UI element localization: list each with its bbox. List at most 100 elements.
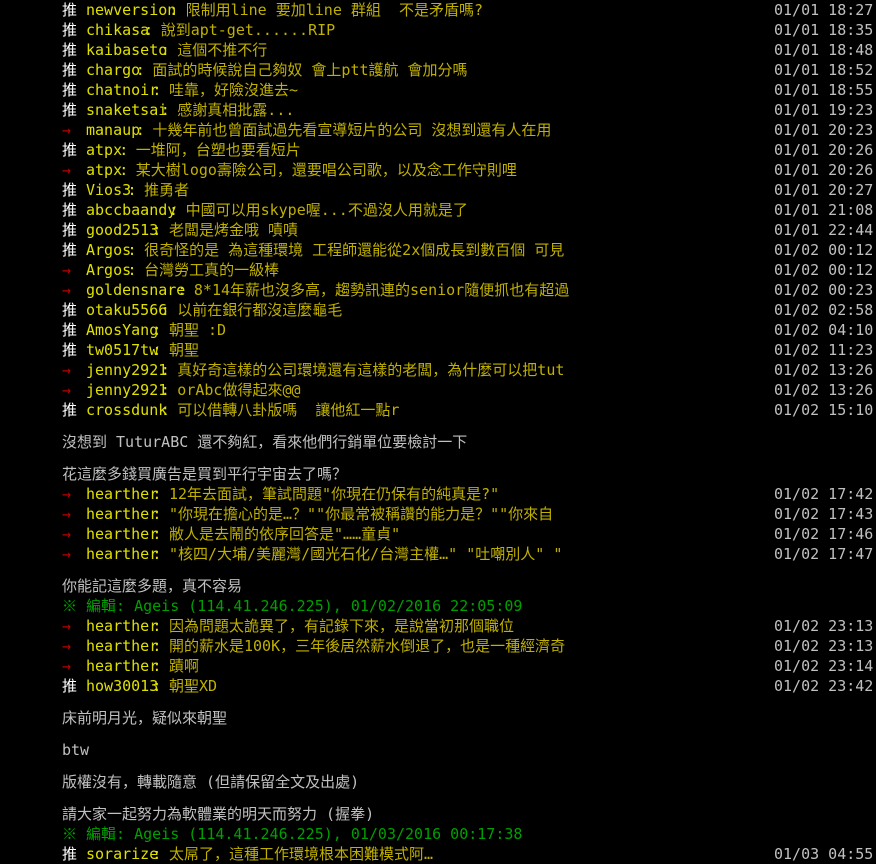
comment-text: 這個不推不行 [177,41,268,59]
comment-colon: : [135,121,145,139]
comment-row: 推 how30013: 朝聖XD 01/02 23:42 [62,676,876,696]
comment-user-id: chikasa [86,21,150,39]
push-tag: 推 [62,141,78,159]
comment-user-id: manaup [86,121,141,139]
comment-text: 中國可以用skype喔...不過沒人用就是了 [185,201,468,219]
comment-row: → manaup: 十幾年前也曾面試過先看宣導短片的公司 沒想到還有人在用 01/01… [62,120,876,140]
comment-timestamp: 01/02 04:10 [774,321,874,339]
comment-timestamp: 01/02 23:42 [774,677,874,695]
comment-row: 推 atpx: 一堆阿，台塑也要看短片 01/01 20:26 [62,140,876,160]
comment-row: → hearther: "核四/大埔/美麗灣/國光石化/台灣主權…" "吐嘲別人" … [62,544,876,564]
edit-note: ※ 編輯: Ageis (114.41.246.225), 01/02/2016… [62,597,523,615]
comment-row: 推 abccbaandy: 中國可以用skype喔...不過沒人用就是了 01/01 … [62,200,876,220]
comment-timestamp: 01/02 02:58 [774,301,874,319]
comment-user-id: goldensnare [86,281,186,299]
comment-row: → jenny2921: orAbc做得起來@@ 01/02 13:26 [62,380,876,400]
comment-colon: : [152,617,162,635]
comment-timestamp: 01/02 17:42 [774,485,874,503]
comment-colon: : [119,141,129,159]
comment-timestamp: 01/02 00:12 [774,241,874,259]
comment-row: 推 chikasa: 說到apt-get......RIP 01/01 18:35 [62,20,876,40]
comment-colon: : [177,281,187,299]
comment-row: 推 Vios3: 推勇者 01/01 20:27 [62,180,876,200]
comment-timestamp: 01/01 22:44 [774,221,874,239]
comment-row: 推 crossdunk: 可以借轉八卦版嗎 讓他紅一點r 01/02 15:10 [62,400,876,420]
comment-user-id: abccbaandy [86,201,177,219]
comment-text: 蹟啊 [169,657,200,675]
comment-text: orAbc做得起來@@ [177,381,301,399]
comment-text: 十幾年前也曾面試過先看宣導短片的公司 沒想到還有人在用 [152,121,552,139]
comment-timestamp: 01/03 04:55 [774,845,874,863]
comment-row: → jenny2921: 真好奇這樣的公司環境還有這樣的老闆，為什麼可以把tut 01… [62,360,876,380]
comment-user-id: Vios3 [86,181,132,199]
push-tag: 推 [62,1,78,19]
comment-timestamp: 01/01 18:27 [774,1,874,19]
push-tag: 推 [62,341,78,359]
push-tag: 推 [62,181,78,199]
comment-colon: : [152,485,162,503]
comment-timestamp: 01/02 00:12 [774,261,874,279]
arrow-tag: → [62,525,72,543]
push-tag: 推 [62,321,78,339]
comment-row: → hearther: 因為問題太詭異了，有記錄下來，是說當初那個職位 01/02 2… [62,616,876,636]
push-tag: 推 [62,41,78,59]
comment-text: 朝聖 :D [169,321,227,339]
comment-timestamp: 01/02 23:13 [774,617,874,635]
arrow-tag: → [62,281,72,299]
comment-timestamp: 01/01 20:26 [774,141,874,159]
comment-colon: : [152,657,162,675]
comment-user-id: jenny2921 [86,381,168,399]
comment-text: 太屌了，這種工作環境根本困難模式阿… [169,845,434,863]
comment-user-id: how30013 [86,677,159,695]
comment-timestamp: 01/01 21:08 [774,201,874,219]
comment-text: 限制用line 要加line 群組 不是矛盾嗎? [185,1,483,19]
comment-colon: : [135,61,145,79]
comment-timestamp: 01/01 18:35 [774,21,874,39]
comment-user-id: hearther [86,637,159,655]
comment-timestamp: 01/02 17:46 [774,525,874,543]
comment-text: 面試的時候說自己夠奴 會上ptt護航 會加分嗎 [152,61,468,79]
comment-user-id: kaibaseto [86,41,168,59]
comment-colon: : [169,201,179,219]
comment-timestamp: 01/02 11:23 [774,341,874,359]
comment-text: 朝聖XD [169,677,218,695]
comment-text: 哇靠，好險沒進去~ [169,81,299,99]
comment-colon: : [127,181,137,199]
comment-timestamp: 01/02 23:13 [774,637,874,655]
comment-row: 推 otaku5566: 以前在銀行都沒這麼龜毛 01/02 02:58 [62,300,876,320]
article-text-line: 請大家一起努力為軟體業的明天而努力 (握拳) [62,805,375,823]
comment-user-id: good2513 [86,221,159,239]
comment-row: 推 chatnoir: 哇靠，好險沒進去~ 01/01 18:55 [62,80,876,100]
comment-text: 12年去面試，筆試問題"你現在仍保有的純真是?" [169,485,500,503]
comment-text: 以前在銀行都沒這麼龜毛 [177,301,343,319]
comment-row: → goldensnare:8*14年薪也沒多高，趨勢訊連的senior隨便抓也有… [62,280,876,300]
push-tag: 推 [62,301,78,319]
comment-timestamp: 01/01 18:55 [774,81,874,99]
comment-timestamp: 01/01 20:23 [774,121,874,139]
comment-user-id: hearther [86,617,159,635]
arrow-tag: → [62,505,72,523]
comment-row: 推 Argos: 很奇怪的是 為這種環境 工程師還能從2x個成長到數百個 可見 01/… [62,240,876,260]
comment-colon: : [127,261,137,279]
comment-colon: : [152,321,162,339]
arrow-tag: → [62,657,72,675]
comment-user-id: newversion [86,1,177,19]
comment-row: → hearther: 敝人是去鬧的依序回答是"……童貞" 01/02 17:46 [62,524,876,544]
comment-row: 推 tw0517tw: 朝聖 01/02 11:23 [62,340,876,360]
push-tag: 推 [62,845,78,863]
push-tag: 推 [62,21,78,39]
comment-text: 朝聖 [169,341,200,359]
comment-timestamp: 01/02 13:26 [774,361,874,379]
comment-colon: : [152,505,162,523]
article-text-line: 版權沒有，轉載隨意 (但請保留全文及出處) [62,773,360,791]
comment-colon: : [152,677,162,695]
comment-user-id: sorarize [86,845,159,863]
comment-text: 8*14年薪也沒多高，趨勢訊連的senior隨便抓也有超過 [193,281,570,299]
arrow-tag: → [62,161,72,179]
comment-row: 推 AmosYang: 朝聖 :D 01/02 04:10 [62,320,876,340]
arrow-tag: → [62,361,72,379]
comment-row: → Argos: 台灣勞工真的一級棒 01/02 00:12 [62,260,876,280]
comment-timestamp: 01/01 20:27 [774,181,874,199]
comment-text: "你現在擔心的是…？""你最常被稱讚的能力是？""你來自 [169,505,554,523]
comment-row: → atpx: 某大樹logo壽險公司，還要唱公司歌，以及念工作守則哩 01/01 2… [62,160,876,180]
